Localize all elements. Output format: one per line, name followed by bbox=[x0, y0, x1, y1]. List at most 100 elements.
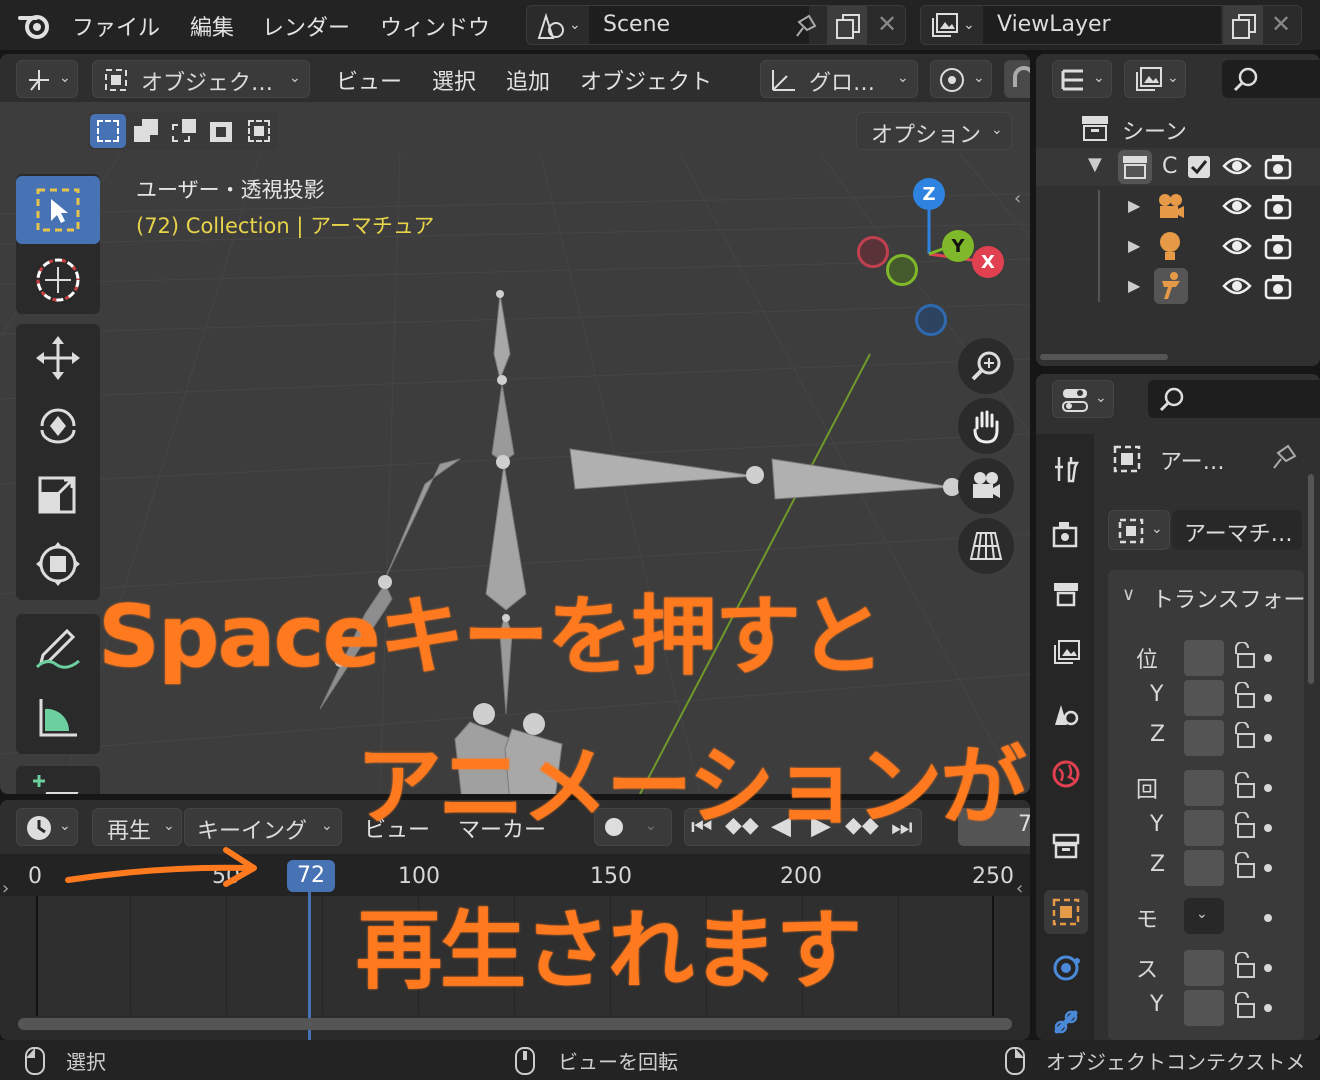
expand-triangle-icon[interactable]: ▼ bbox=[1088, 154, 1102, 175]
playhead-frame-badge[interactable]: 72 bbox=[287, 860, 335, 892]
tab-physics[interactable] bbox=[1044, 946, 1088, 990]
select-subtract-button[interactable] bbox=[166, 114, 202, 148]
scale-y-field[interactable] bbox=[1184, 990, 1224, 1026]
armature-object-icon[interactable] bbox=[1158, 271, 1184, 301]
tab-output[interactable] bbox=[1044, 572, 1088, 616]
snap-toggle[interactable] bbox=[1004, 60, 1030, 98]
eye-icon[interactable] bbox=[1222, 234, 1252, 258]
lock-icon[interactable] bbox=[1232, 722, 1258, 750]
scene-collection-label[interactable]: シーン bbox=[1122, 114, 1187, 146]
keyframe-dot[interactable] bbox=[1264, 914, 1272, 922]
viewport-menu-object[interactable]: オブジェクト bbox=[580, 64, 712, 96]
blender-logo-icon[interactable] bbox=[18, 10, 52, 40]
expand-triangle-icon[interactable]: ▶ bbox=[1128, 236, 1140, 255]
keyframe-dot[interactable] bbox=[1264, 784, 1272, 792]
rotation-y-field[interactable] bbox=[1184, 810, 1224, 846]
keyframe-dot[interactable] bbox=[1264, 654, 1272, 662]
select-box-tool[interactable] bbox=[16, 176, 100, 244]
viewport-menu-add[interactable]: 追加 bbox=[506, 64, 550, 96]
menu-edit[interactable]: 編集 bbox=[190, 10, 234, 42]
scale-x-field[interactable] bbox=[1184, 950, 1224, 986]
tab-constraints[interactable] bbox=[1044, 1000, 1088, 1040]
axis-z-handle[interactable]: Z bbox=[913, 178, 945, 210]
collection-label[interactable]: C bbox=[1162, 154, 1177, 179]
lock-icon[interactable] bbox=[1232, 852, 1258, 880]
keyframe-dot[interactable] bbox=[1264, 1004, 1272, 1012]
keyframe-dot[interactable] bbox=[1264, 824, 1272, 832]
axis-x-handle[interactable]: X bbox=[972, 246, 1004, 278]
close-icon[interactable]: ✕ bbox=[1271, 10, 1291, 38]
object-name-field[interactable]: アーマチ… bbox=[1172, 510, 1302, 550]
transform-section-title[interactable]: トランスフォー bbox=[1152, 582, 1306, 614]
axis-neg-y-handle[interactable] bbox=[886, 254, 918, 286]
render-camera-icon[interactable] bbox=[1264, 152, 1292, 180]
move-tool[interactable] bbox=[16, 324, 100, 392]
lock-icon[interactable] bbox=[1232, 812, 1258, 840]
eye-icon[interactable] bbox=[1222, 274, 1252, 298]
properties-scrollbar[interactable] bbox=[1308, 474, 1314, 684]
cursor-tool[interactable] bbox=[16, 246, 100, 314]
close-icon[interactable]: ✕ bbox=[877, 10, 897, 38]
keyframe-dot[interactable] bbox=[1264, 864, 1272, 872]
keying-dropdown[interactable]: キーイング ⌄ bbox=[184, 808, 342, 846]
axis-neg-x-handle[interactable] bbox=[857, 236, 889, 268]
projection-toggle-button[interactable] bbox=[958, 518, 1014, 574]
editor-type-button[interactable]: ⌄ bbox=[16, 60, 78, 98]
chevron-down-icon[interactable]: ∨ bbox=[1122, 584, 1135, 605]
keyframe-dot[interactable] bbox=[1264, 734, 1272, 742]
display-mode-dropdown[interactable]: ⌄ bbox=[1124, 60, 1186, 98]
eye-icon[interactable] bbox=[1222, 194, 1252, 218]
outliner-editor-type[interactable]: ⌄ bbox=[1052, 60, 1112, 98]
chevron-left-icon[interactable]: ‹ bbox=[1016, 878, 1023, 899]
location-z-field[interactable] bbox=[1184, 720, 1224, 756]
properties-search-input[interactable] bbox=[1148, 380, 1320, 418]
tab-tool[interactable] bbox=[1044, 446, 1088, 490]
options-dropdown[interactable]: オプション ⌄ bbox=[856, 112, 1012, 150]
render-camera-icon[interactable] bbox=[1264, 272, 1292, 300]
view-layer-name[interactable]: ViewLayer bbox=[997, 12, 1111, 37]
lock-icon[interactable] bbox=[1232, 952, 1258, 980]
axis-neg-z-handle[interactable] bbox=[915, 304, 947, 336]
properties-editor-type[interactable]: ⌄ bbox=[1052, 380, 1114, 418]
scene-selector[interactable]: ⌄ Scene ✕ bbox=[526, 5, 906, 45]
camera-object-icon[interactable] bbox=[1154, 190, 1188, 224]
duplicate-icon[interactable] bbox=[1229, 12, 1259, 40]
location-y-field[interactable] bbox=[1184, 680, 1224, 716]
axis-y-handle[interactable]: Y bbox=[942, 230, 974, 262]
rotation-mode-dropdown[interactable]: ⌄ bbox=[1184, 898, 1224, 934]
object-name[interactable]: アー… bbox=[1160, 444, 1225, 476]
location-x-field[interactable] bbox=[1184, 640, 1224, 676]
tab-render[interactable] bbox=[1044, 512, 1088, 556]
rotate-tool[interactable] bbox=[16, 392, 100, 460]
measure-tool[interactable] bbox=[16, 684, 100, 752]
expand-triangle-icon[interactable]: ▶ bbox=[1128, 276, 1140, 295]
view-layer-selector[interactable]: ⌄ ViewLayer ✕ bbox=[920, 5, 1302, 45]
tab-scene[interactable] bbox=[1044, 692, 1088, 736]
select-intersect-button[interactable] bbox=[242, 114, 278, 148]
scene-name[interactable]: Scene bbox=[603, 12, 670, 37]
menu-file[interactable]: ファイル bbox=[72, 10, 160, 42]
outliner-search-input[interactable] bbox=[1222, 60, 1320, 98]
select-extend-button[interactable] bbox=[128, 114, 164, 148]
transform-orientation-selector[interactable]: グロ… ⌄ bbox=[760, 60, 918, 98]
select-invert-button[interactable] bbox=[204, 114, 240, 148]
playhead-line[interactable] bbox=[308, 884, 311, 1040]
mode-selector[interactable]: オブジェク… ⌄ bbox=[92, 60, 310, 98]
keyframe-dot[interactable] bbox=[1264, 694, 1272, 702]
pivot-point-selector[interactable]: ⌄ bbox=[930, 60, 992, 98]
pin-icon[interactable] bbox=[1268, 442, 1298, 472]
render-camera-icon[interactable] bbox=[1264, 232, 1292, 260]
collection-checkbox[interactable] bbox=[1188, 156, 1210, 178]
lock-icon[interactable] bbox=[1232, 642, 1258, 670]
rotation-x-field[interactable] bbox=[1184, 770, 1224, 806]
duplicate-icon[interactable] bbox=[833, 12, 863, 40]
tab-world[interactable] bbox=[1044, 752, 1088, 796]
pin-icon[interactable] bbox=[789, 12, 819, 40]
light-object-icon[interactable] bbox=[1156, 230, 1186, 264]
keyframe-dot[interactable] bbox=[1264, 964, 1272, 972]
lock-icon[interactable] bbox=[1232, 992, 1258, 1020]
lock-icon[interactable] bbox=[1232, 772, 1258, 800]
chevron-right-icon[interactable]: › bbox=[2, 878, 9, 899]
tab-view-layer[interactable] bbox=[1044, 632, 1088, 676]
scale-tool[interactable] bbox=[16, 462, 100, 530]
